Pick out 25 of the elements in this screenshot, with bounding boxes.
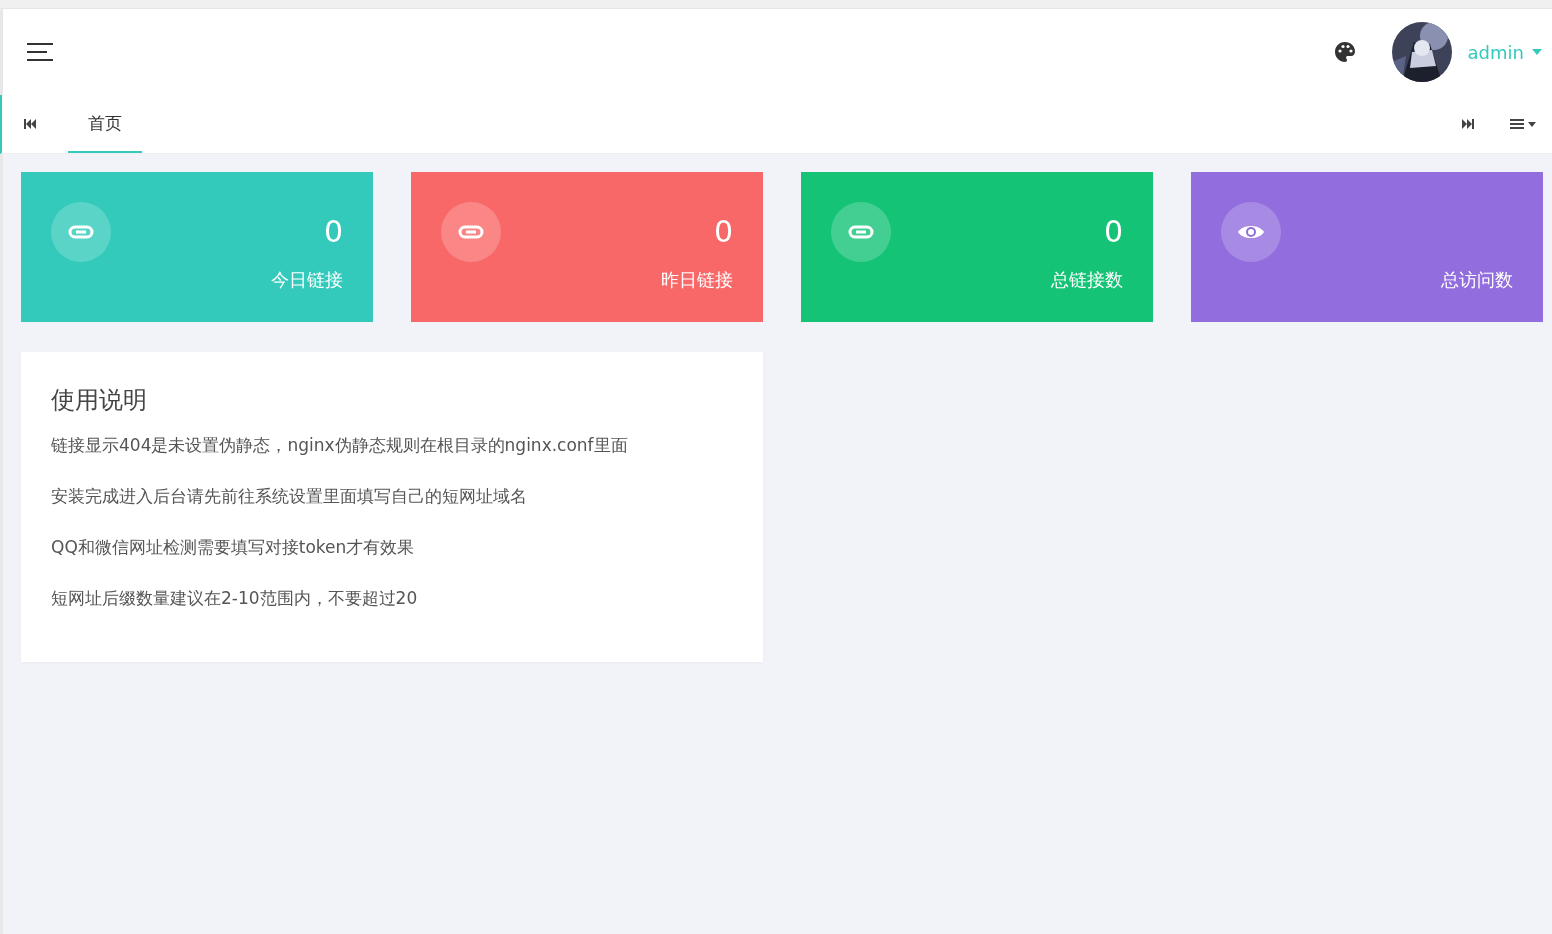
panel-title: 使用说明: [51, 385, 148, 416]
stat-value: 0: [713, 213, 733, 242]
link-icon: [458, 225, 484, 239]
eye-icon: [1237, 223, 1265, 241]
stat-label: 今日链接: [271, 268, 343, 292]
menu-button[interactable]: [27, 43, 53, 61]
stat-label: 总链接数: [1051, 268, 1123, 292]
instruction-text: 链接显示404是未设置伪静态，nginx伪静态规则在根目录的nginx.conf里面: [51, 434, 629, 457]
link-icon: [68, 225, 94, 239]
list-caret-icon: [1510, 119, 1538, 129]
page-tab[interactable]: 首页: [68, 95, 142, 153]
stat-label: 总访问数: [1441, 268, 1513, 292]
stat-label: 昨日链接: [661, 268, 733, 292]
menu-icon: [27, 43, 53, 61]
instruction-text: 安装完成进入后台请先前往系统设置里面填写自己的短网址域名: [51, 485, 528, 508]
stat-value: 0: [323, 213, 343, 242]
link-icon: [848, 225, 874, 239]
skip-back-icon: [24, 119, 36, 129]
instruction-text: 短网址后缀数量建议在2-10范围内，不要超过20: [51, 587, 419, 610]
theme-button[interactable]: [1333, 41, 1356, 63]
caret-icon: [1532, 49, 1542, 55]
palette-icon: [1333, 41, 1356, 63]
skip-forward-icon: [1462, 119, 1474, 129]
instruction-text: QQ和微信网址检测需要填写对接token才有效果: [51, 536, 416, 559]
stat-value: 0: [1103, 213, 1123, 242]
